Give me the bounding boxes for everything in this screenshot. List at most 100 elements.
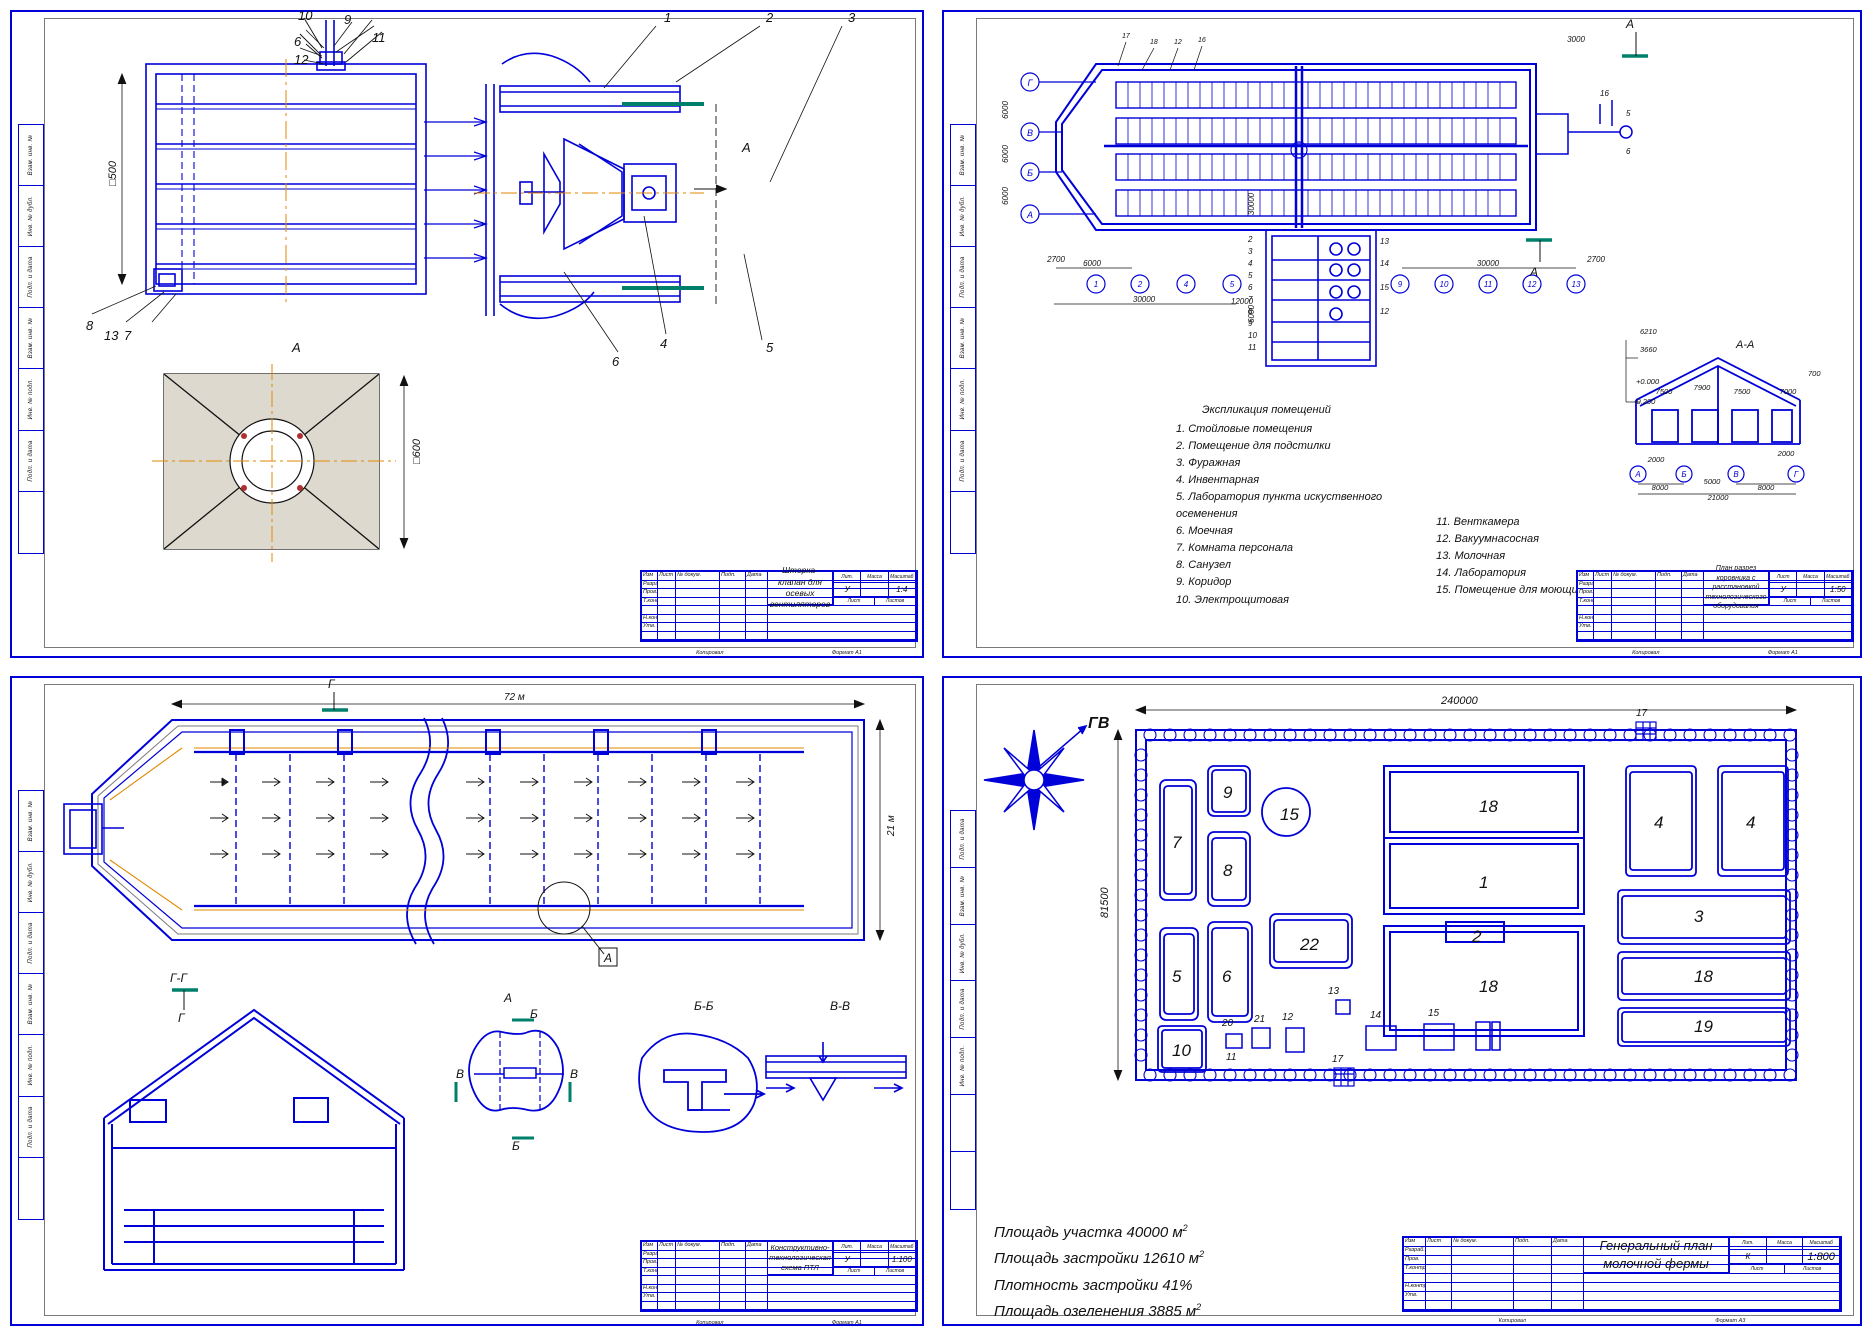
svg-text:12: 12 [1282,1012,1294,1023]
tb-lit-value: У [834,1253,862,1266]
drawing-title-bottom-right: Генеральный план молочной фермы [1584,1238,1730,1274]
explication-item: 9. Коридор [1176,576,1232,589]
explication-item: 1. Стойловые помещения [1176,423,1313,436]
svg-text:17: 17 [1332,1054,1344,1065]
svg-text:15: 15 [1380,283,1389,292]
svg-text:7500: 7500 [1656,387,1674,396]
tb-row-tkontr: Т.контр. [1404,1265,1426,1274]
drawing-quadrant-top-right: Взам. инв. № Инв. № дубл. Подп. и дата В… [936,4,1868,664]
svg-text:4: 4 [1654,813,1663,832]
tb-col-izm: Изм [1578,572,1594,581]
svg-text:1: 1 [1294,147,1298,156]
svg-text:В: В [456,1067,464,1081]
area-superscript: 2 [1199,1249,1205,1260]
tb-footer-format: Формат А1 [831,1320,862,1326]
svg-text:13: 13 [1572,280,1581,289]
tb-hdr-lit: Лит. [1730,1238,1767,1249]
svg-text:□600: □600 [411,438,423,464]
drawing-sheet-canvas: Взам. инв. № Инв. № дубл. Подп. и дата В… [0,0,1872,1336]
svg-text:6: 6 [1626,147,1631,156]
tb-footer-copy: Копировал [1632,650,1660,656]
svg-text:7900: 7900 [1694,383,1712,392]
tb-col-docnum: № докум. [1452,1238,1514,1247]
svg-text:14: 14 [1370,1010,1382,1021]
tb-footer-format: Формат А1 [1767,650,1798,656]
svg-text:16: 16 [1600,89,1609,98]
explication-item: 5. Лаборатория пункта искуственного [1176,491,1383,504]
explication-item: 8. Санузел [1176,559,1231,572]
title-block-right-panel: Лит. Масса Масштаб У 1:4 Лист Листов [834,572,916,606]
svg-text:6: 6 [294,34,302,49]
svg-text:5: 5 [1626,109,1631,118]
explication-block: Экспликация помещений 1. Стойловые помещ… [1176,402,1630,609]
svg-text:2700: 2700 [1046,255,1065,264]
svg-text:А: А [1026,210,1033,220]
explication-item: 3. Фуражная [1176,457,1241,470]
svg-text:5: 5 [766,340,774,355]
svg-text:5000: 5000 [1704,477,1722,486]
svg-text:6000: 6000 [1001,187,1010,205]
tb-row-razrab: Разраб. [1404,1247,1426,1256]
svg-text:12: 12 [1528,280,1537,289]
svg-text:11: 11 [1248,343,1256,352]
area-superscript: 2 [1196,1301,1202,1312]
title-block-right-panel: Лит. Масса Масштаб К 1:800 Лист Листов [1730,1238,1840,1274]
svg-text:10: 10 [298,8,313,23]
tb-hdr-masshtab: Масштаб [889,1242,916,1253]
svg-text:12: 12 [1174,39,1182,46]
area-line: Площадь участка 40000 м2 [994,1223,1188,1241]
tb-col-docnum: № докум. [676,572,720,581]
svg-text:А: А [1634,470,1640,479]
tb-row-nkontr: Н.контр. [642,614,658,623]
svg-text:13: 13 [104,328,119,343]
svg-text:18: 18 [1479,977,1498,996]
site-area-summary: Площадь участка 40000 м2 Площадь застрой… [994,1220,1204,1325]
svg-text:7: 7 [124,328,132,343]
svg-text:3660: 3660 [1640,345,1658,354]
tb-row-prov: Пров. [642,589,658,598]
svg-text:13: 13 [1328,986,1340,997]
svg-text:1: 1 [664,10,671,25]
drawing-title-top-left: Шторка-клапан для осевых вентиляторов [768,565,834,609]
explication-item: 7. Комната персонала [1176,542,1294,555]
svg-text:5: 5 [1230,280,1235,289]
tb-row-tkontr: Т.контр. [642,1267,658,1276]
title-block-bottom-right: Изм Лист № докум. Подп. Дата Разраб. Про… [1402,1236,1842,1324]
svg-text:2: 2 [1471,927,1482,946]
svg-text:11: 11 [372,30,386,45]
svg-text:6: 6 [1248,283,1253,292]
tb-scale-value: 1:800 [1803,1249,1840,1264]
svg-text:2: 2 [1247,235,1253,244]
tb-row-utv: Утв. [1404,1292,1426,1301]
svg-text:Г: Г [1028,78,1034,88]
svg-text:3000: 3000 [1567,35,1585,44]
svg-text:2000: 2000 [1647,455,1666,464]
svg-text:3: 3 [848,10,856,25]
tb-footer-format: Формат А1 [831,650,862,656]
explication-header: Экспликация помещений [1202,404,1331,416]
svg-text:30000: 30000 [1247,192,1256,215]
tb-hdr-masshtab: Масштаб [1803,1238,1840,1249]
svg-text:9: 9 [1223,783,1233,802]
svg-text:6210: 6210 [1640,327,1658,336]
tb-hdr-masshtab: Масштаб [1825,572,1852,583]
drawing-title-bottom-left: Конструктивно-технологическая схема ПТЛ [768,1242,834,1276]
svg-text:Б: Б [1027,168,1033,178]
tb-footer-copy: Копировал [696,1320,724,1326]
svg-text:8: 8 [86,318,94,333]
svg-text:4: 4 [1746,813,1755,832]
svg-text:□500: □500 [107,160,119,186]
svg-text:1: 1 [1094,280,1098,289]
svg-text:6: 6 [612,354,620,369]
svg-text:14: 14 [1380,259,1389,268]
svg-text:6000: 6000 [1247,305,1256,323]
svg-text:А: А [503,991,512,1005]
svg-text:10: 10 [1248,331,1257,340]
tb-sheet-label: Лист [834,1266,875,1276]
tb-col-izm: Изм [642,572,658,581]
svg-text:Г: Г [328,677,336,691]
svg-text:700: 700 [1808,369,1821,378]
svg-text:Г: Г [178,1011,186,1025]
tb-col-data: Дата [1682,572,1704,581]
tb-col-data: Дата [746,572,768,581]
